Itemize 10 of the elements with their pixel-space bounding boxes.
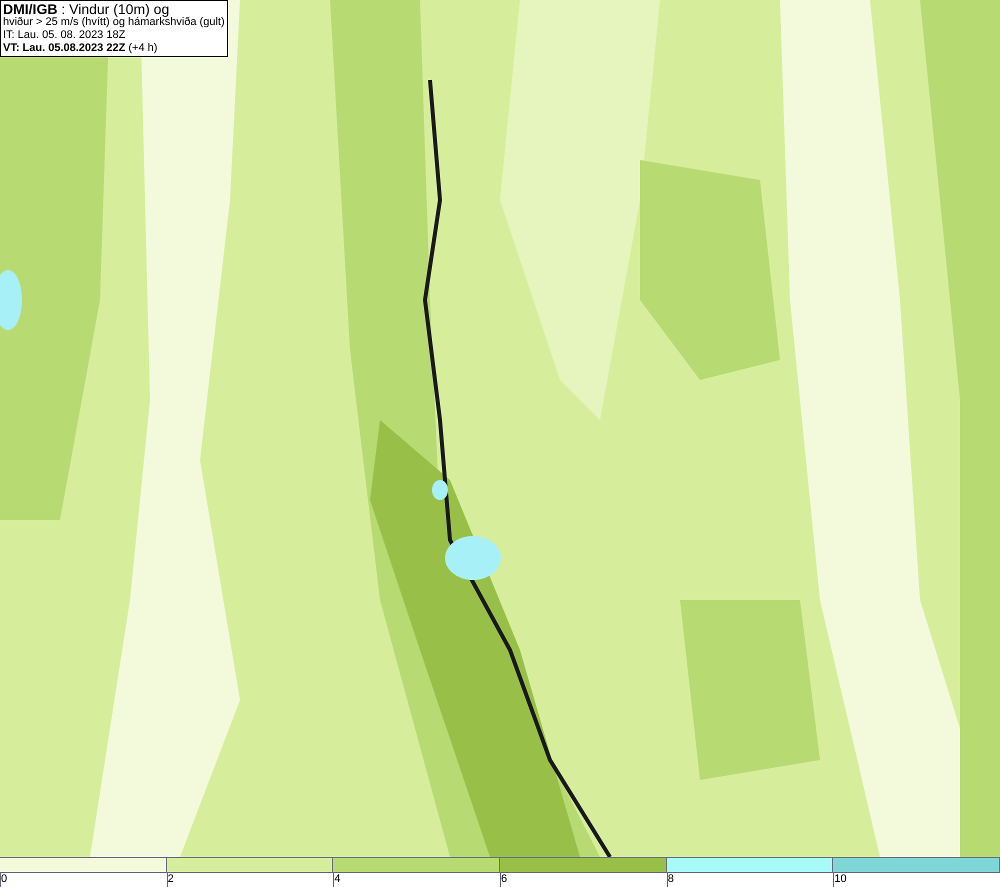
info-text: VT: Lau. 05.08.2023 22Z (+4 h) (3, 42, 158, 55)
info-text: IT: Lau. 05. 08. 2023 18Z (3, 29, 126, 42)
legend-tick-label: 0 (1, 873, 8, 885)
legend-tick-label: 6 (501, 873, 508, 885)
legend-tick-label: 8 (668, 873, 674, 885)
legend-tick-label: 4 (334, 873, 340, 885)
legend-tick-label: 2 (168, 873, 174, 885)
info-text: hviður > 25 m/s (hvítt) og hámarkshviða (gult) (3, 16, 225, 29)
info-text: DMI/IGB : Vindur (10m) og (3, 2, 170, 16)
legend-tick-label: 10 (834, 873, 847, 885)
